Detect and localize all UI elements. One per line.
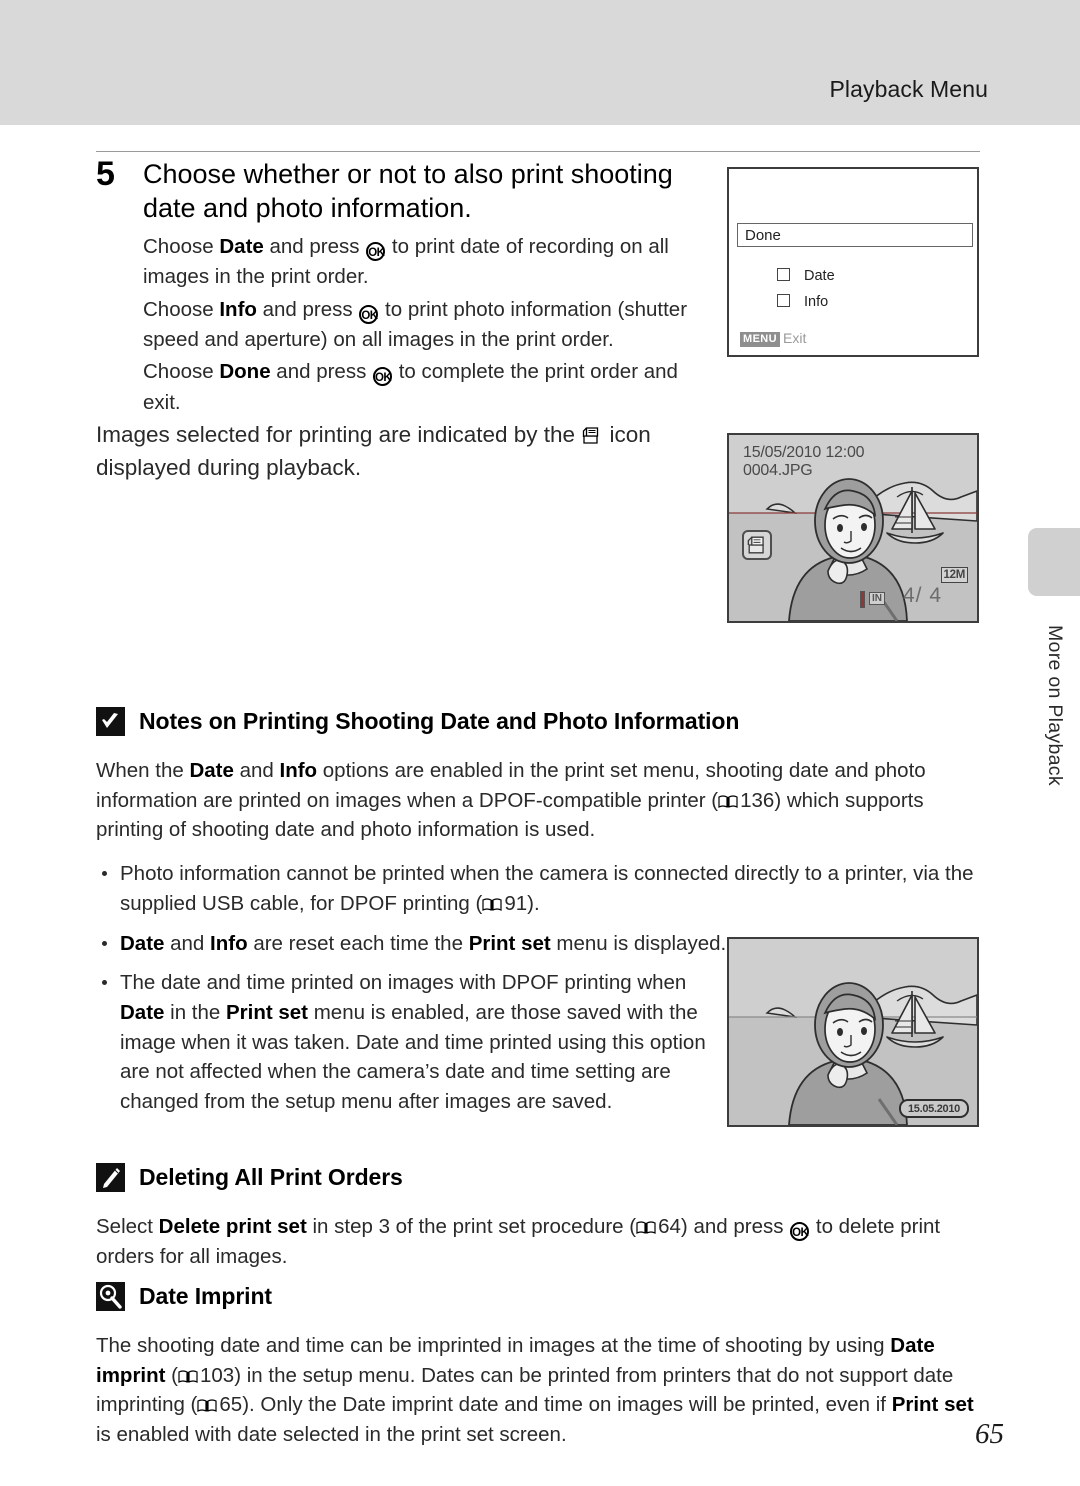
step-number: 5 <box>96 155 115 193</box>
page-number: 65 <box>975 1418 1004 1450</box>
print-indicator-paragraph: Images selected for printing are indicat… <box>96 422 651 480</box>
camera-screen-playback: 15/05/2010 12:00 0004.JPG IN 4/ 4 12M <box>727 433 979 623</box>
section-heading: Deleting All Print Orders <box>96 1163 980 1192</box>
done-label: Done <box>745 227 781 244</box>
step-title: Choose whether or not to also print shoo… <box>143 159 673 224</box>
info-label: Info <box>804 294 829 310</box>
page-title: Playback Menu <box>829 76 988 102</box>
manual-reference-icon <box>636 1221 656 1234</box>
pencil-note-icon <box>96 1163 125 1192</box>
section-date-imprint: Date Imprint The shooting date and time … <box>96 1282 980 1450</box>
step-paragraph-date: Choose Date and press OK to print date o… <box>143 235 669 289</box>
ok-button-icon: OK <box>790 1222 810 1241</box>
body-paragraph: Select Delete print set in step 3 of the… <box>96 1215 941 1268</box>
exit-label: Exit <box>783 330 807 346</box>
manual-reference-icon <box>718 795 738 808</box>
ok-button-icon: OK <box>366 242 386 261</box>
section-title: Deleting All Print Orders <box>139 1164 403 1190</box>
camera-screen-date-imprint: 15.05.2010 <box>727 937 979 1127</box>
section-divider-rule <box>96 151 980 152</box>
intro-paragraph: When the Date and Info options are enabl… <box>96 759 926 842</box>
section-title: Notes on Printing Shooting Date and Phot… <box>139 708 740 734</box>
date-checkbox-icon[interactable] <box>777 268 790 281</box>
menu-item-date[interactable]: Date <box>777 268 835 284</box>
osd-memory-bar <box>860 591 865 608</box>
section-body: Select Delete print set in step 3 of the… <box>96 1212 980 1271</box>
camera-screen-print-set: Done Date Info MENU Exit <box>727 167 979 357</box>
osd-print-order-icon <box>742 530 772 560</box>
menu-item-done[interactable]: Done <box>737 223 973 247</box>
section-body: The shooting date and time can be imprin… <box>96 1331 980 1450</box>
printer-glyph <box>747 536 764 554</box>
magnifier-note-icon <box>96 1282 125 1311</box>
section-heading: Notes on Printing Shooting Date and Phot… <box>96 707 980 736</box>
print-order-icon <box>583 427 599 444</box>
osd-filename: 0004.JPG <box>743 462 813 479</box>
manual-reference-icon <box>482 898 502 911</box>
osd-internal-memory-icon: IN <box>869 592 885 605</box>
info-checkbox-icon[interactable] <box>777 294 790 307</box>
ok-button-icon: OK <box>373 367 393 387</box>
section-heading: Date Imprint <box>96 1282 980 1311</box>
section-intro: When the Date and Info options are enabl… <box>96 756 980 845</box>
osd-date-imprint-stamp: 15.05.2010 <box>898 1099 969 1118</box>
side-tab-marker <box>1028 528 1080 596</box>
step-body: Choose Date and press OK to print date o… <box>143 232 713 420</box>
osd-frame-counter: 4/ 4 <box>902 584 942 607</box>
manual-reference-icon <box>197 1399 217 1413</box>
manual-page: Playback Menu 5 Choose whether or not to… <box>0 0 1080 1486</box>
menu-button-icon: MENU <box>740 332 780 347</box>
step-paragraph-info: Choose Info and press OK to print photo … <box>143 297 688 351</box>
page-header-band <box>0 0 1080 125</box>
menu-item-info[interactable]: Info <box>777 294 828 310</box>
side-tab-label: More on Playback <box>1044 625 1066 786</box>
photo-illustration <box>729 939 977 1125</box>
section-title: Date Imprint <box>139 1283 272 1309</box>
list-item: The date and time printed on images with… <box>96 968 720 1117</box>
manual-reference-icon <box>178 1370 198 1383</box>
osd-datetime: 15/05/2010 12:00 <box>743 444 865 461</box>
date-label: Date <box>804 268 835 284</box>
body-paragraph: The shooting date and time can be imprin… <box>96 1334 974 1447</box>
list-item: Photo information cannot be printed when… <box>96 859 980 918</box>
osd-image-size-badge: 12M <box>940 567 968 583</box>
ok-button-icon: OK <box>359 304 379 324</box>
menu-exit-hint: MENU Exit <box>740 330 806 347</box>
caution-check-icon <box>96 707 125 736</box>
step-paragraph-done: Choose Done and press OK to complete the… <box>143 360 678 414</box>
section-deleting-print-orders: Deleting All Print Orders Select Delete … <box>96 1163 980 1271</box>
